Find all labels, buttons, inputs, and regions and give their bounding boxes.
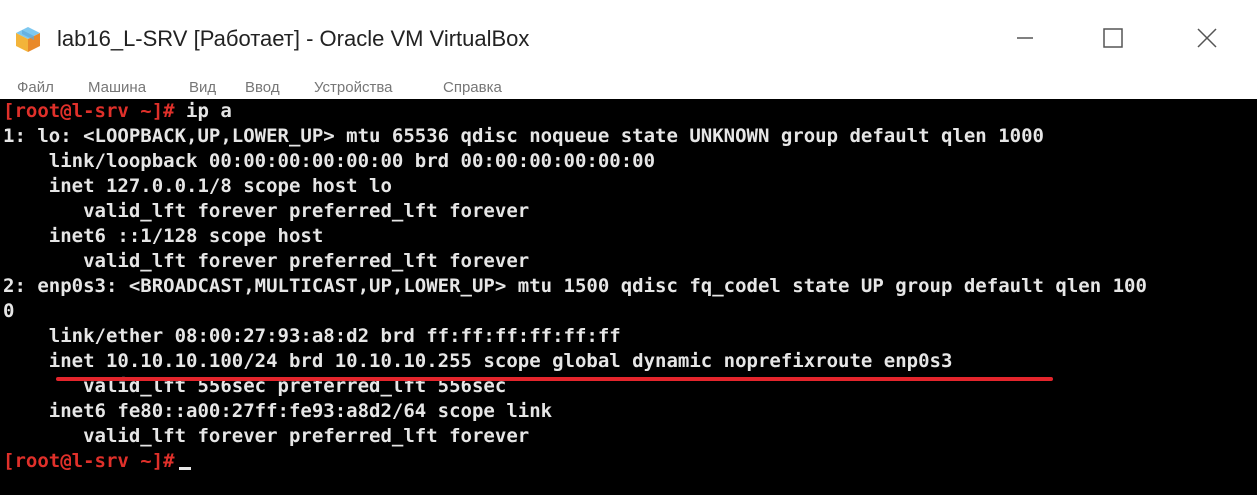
maximize-icon [1103,28,1123,48]
terminal-line: link/loopback 00:00:00:00:00:00 brd 00:0… [3,150,656,172]
window-title: lab16_L-SRV [Работает] - Oracle VM Virtu… [57,26,530,51]
terminal-line: 0 [3,300,15,322]
terminal-line: valid_lft forever preferred_lft forever [3,200,530,222]
terminal-line: valid_lft forever preferred_lft forever [3,250,530,272]
minimize-button[interactable] [1000,18,1050,58]
menu-view[interactable]: Вид [189,79,216,96]
virtualbox-window: lab16_L-SRV [Работает] - Oracle VM Virtu… [0,0,1259,495]
virtualbox-icon [13,24,43,54]
maximize-button[interactable] [1088,18,1138,58]
command-text: ip a [174,100,232,122]
menu-input[interactable]: Ввод [245,79,280,96]
menu-help[interactable]: Справка [443,79,502,96]
terminal-line-highlighted: inet 10.10.10.100/24 brd 10.10.10.255 sc… [3,350,953,372]
terminal-line: [root@l-srv ~]# [3,449,191,474]
shell-prompt: [root@l-srv ~]# [3,100,175,122]
terminal-line: 1: lo: <LOOPBACK,UP,LOWER_UP> mtu 65536 … [3,125,1044,147]
menu-devices[interactable]: Устройства [314,79,392,96]
terminal-line: inet 127.0.0.1/8 scope host lo [3,175,392,197]
menu-file[interactable]: Файл [17,79,54,96]
terminal-line: valid_lft forever preferred_lft forever [3,425,530,447]
close-button[interactable] [1182,18,1232,58]
shell-prompt: [root@l-srv ~]# [3,450,175,472]
terminal-line: [root@l-srv ~]# ip a [3,99,232,124]
close-icon [1197,28,1217,48]
text-cursor [178,467,191,470]
terminal-line: link/ether 08:00:27:93:a8:d2 brd ff:ff:f… [3,325,621,347]
terminal-line: inet6 ::1/128 scope host [3,225,324,247]
minimize-icon [1017,37,1033,39]
menu-bar: Файл Машина Вид Ввод Устройства Справка [0,76,1259,100]
terminal-line: 2: enp0s3: <BROADCAST,MULTICAST,UP,LOWER… [3,275,1147,297]
terminal-line: inet6 fe80::a00:27ff:fe93:a8d2/64 scope … [3,400,553,422]
highlight-underline [56,377,1053,381]
vm-console[interactable]: [root@l-srv ~]# ip a 1: lo: <LOOPBACK,UP… [0,99,1257,495]
menu-machine[interactable]: Машина [88,79,146,96]
title-bar[interactable]: lab16_L-SRV [Работает] - Oracle VM Virtu… [0,0,1259,74]
